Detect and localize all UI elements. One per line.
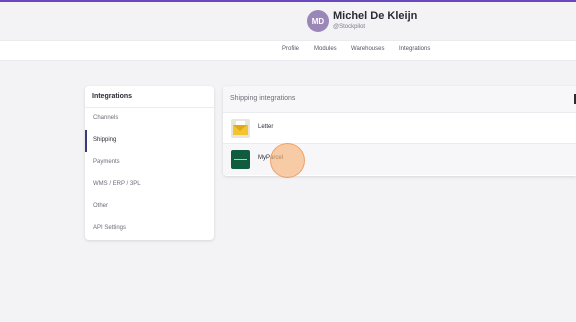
integration-label: Letter xyxy=(258,124,274,130)
sidebar-item-label: Other xyxy=(93,203,109,209)
user-name: Michel De Kleijn xyxy=(333,10,418,22)
sidebar-item-api-settings[interactable]: API Settings xyxy=(85,218,214,240)
sidebar-item-payments[interactable]: Payments xyxy=(85,152,214,174)
sidebar-item-label: Payments xyxy=(93,159,120,165)
sidebar-item-channels[interactable]: Channels xyxy=(85,108,214,130)
sidebar-item-wms-erp-3pl[interactable]: WMS / ERP / 3PL xyxy=(85,174,214,196)
sidebar-item-shipping[interactable]: Shipping xyxy=(85,130,214,152)
integrations-sidebar: Integrations Channels Shipping Payments … xyxy=(85,86,214,240)
panel-title: Shipping integrations xyxy=(230,95,296,102)
nav-modules[interactable]: Modules xyxy=(314,46,337,52)
sidebar-title: Integrations xyxy=(92,93,133,100)
settings-nav: Profile Modules Warehouses Integrations xyxy=(0,40,576,61)
integration-row-letter[interactable]: Letter xyxy=(223,113,576,144)
click-indicator xyxy=(270,143,305,178)
sidebar-item-other[interactable]: Other xyxy=(85,196,214,218)
avatar[interactable]: MD xyxy=(307,10,329,32)
panel-header: Shipping integrations xyxy=(223,86,576,113)
nav-integrations[interactable]: Integrations xyxy=(399,46,430,52)
user-handle: @Stockpilot xyxy=(333,24,366,30)
sidebar-item-label: API Settings xyxy=(93,225,127,231)
sidebar-item-label: Channels xyxy=(93,115,119,121)
sidebar-item-label: WMS / ERP / 3PL xyxy=(93,181,141,187)
profile-header: MD Michel De Kleijn @Stockpilot xyxy=(0,2,576,40)
nav-warehouses[interactable]: Warehouses xyxy=(351,46,384,52)
nav-profile[interactable]: Profile xyxy=(282,46,299,52)
sidebar-header: Integrations xyxy=(85,86,214,108)
sidebar-item-label: Shipping xyxy=(93,137,117,143)
myparcel-logo-icon xyxy=(231,150,250,169)
letter-envelope-icon xyxy=(231,119,250,138)
